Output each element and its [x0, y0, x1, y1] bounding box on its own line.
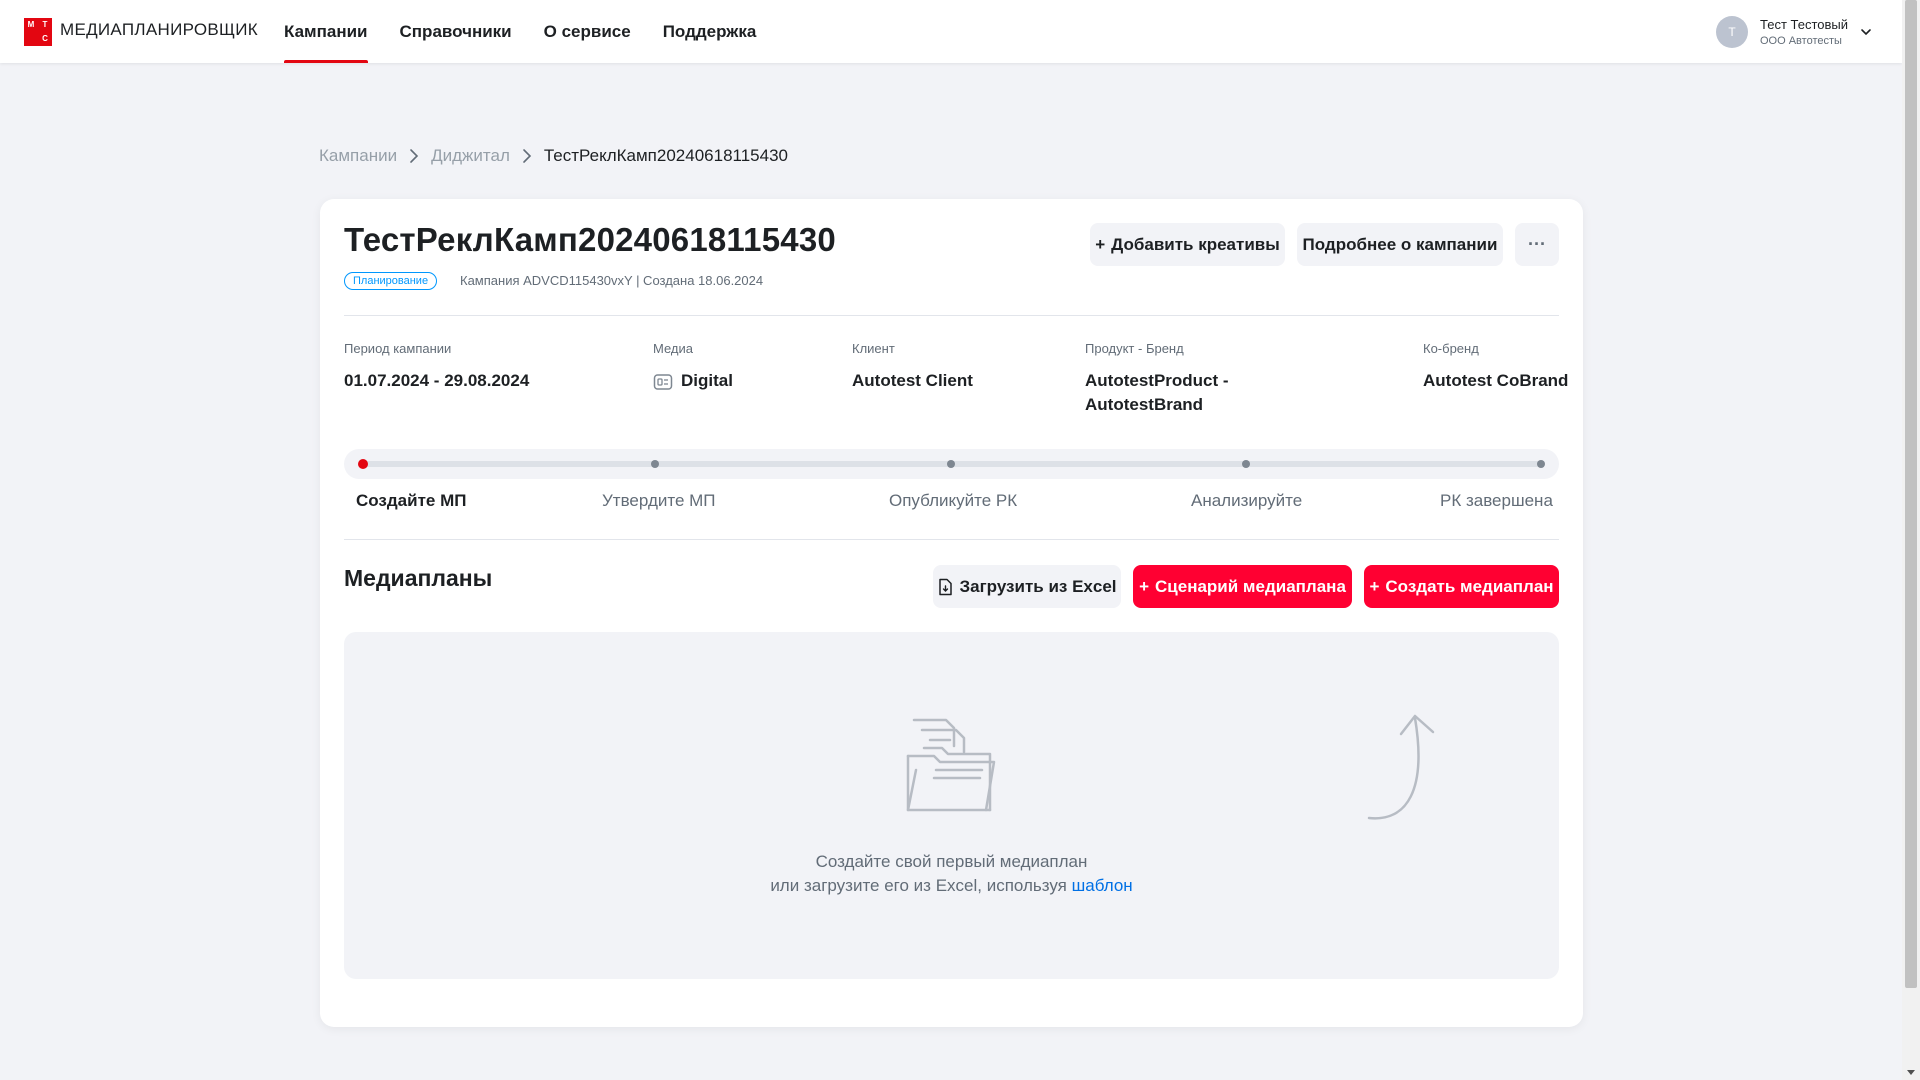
- arrow-up-illustration-icon: [1367, 714, 1435, 820]
- logo-letter: Т: [42, 20, 48, 29]
- user-name: Тест Тестовый: [1760, 16, 1848, 32]
- product-brand-label: Продукт - Бренд: [1085, 341, 1184, 356]
- scenario-button[interactable]: + Сценарий медиаплана: [1133, 565, 1352, 608]
- campaign-card: ТестРеклКамп20240618115430 Планирование …: [320, 199, 1583, 1027]
- logo-letter: М: [27, 20, 35, 29]
- plus-icon: +: [1139, 576, 1150, 596]
- nav-item-about[interactable]: О сервисе: [544, 0, 631, 63]
- client-value: Autotest Client: [852, 371, 973, 390]
- progress-step-dot: [358, 459, 368, 469]
- avatar[interactable]: Т: [1716, 15, 1748, 48]
- step-analyze: Анализируйте: [1191, 491, 1303, 510]
- breadcrumb-campaigns[interactable]: Кампании: [319, 146, 397, 166]
- nav-item-campaigns[interactable]: Кампании: [284, 0, 368, 63]
- step-publish-rk: Опубликуйте РК: [889, 491, 1018, 510]
- user-info[interactable]: Тест Тестовый ООО Автотесты: [1760, 17, 1848, 47]
- progress-step-dot: [947, 460, 955, 468]
- mediaplans-title: Медиапланы: [344, 565, 493, 591]
- more-icon[interactable]: ···: [1515, 223, 1559, 266]
- user-menu[interactable]: Т Тест Тестовый ООО Автотесты: [1716, 0, 1872, 63]
- status-badge: Планирование: [344, 272, 438, 290]
- user-org: ООО Автотесты: [1760, 34, 1842, 47]
- nav-item-support[interactable]: Поддержка: [663, 0, 757, 63]
- plus-icon: +: [1369, 576, 1380, 596]
- nav-item-references[interactable]: Справочники: [400, 0, 512, 63]
- create-mediaplan-label: Создать медиаплан: [1385, 576, 1554, 596]
- client-label: Клиент: [852, 341, 895, 356]
- empty-state-line1: Создайте свой первый медиаплан: [815, 852, 1088, 871]
- main-nav: Кампании Справочники О сервисе Поддержка: [284, 0, 788, 63]
- upload-excel-label: Загрузить из Excel: [959, 576, 1117, 596]
- breadcrumb-current: ТестРеклКамп20240618115430: [543, 146, 788, 165]
- empty-state-line2-text: или загрузите его из Excel, используя: [770, 876, 1067, 895]
- period-value: 01.07.2024 - 29.08.2024: [344, 371, 530, 390]
- create-mediaplan-button[interactable]: + Создать медиаплан: [1364, 565, 1559, 608]
- step-create-mp: Создайте МП: [356, 491, 467, 510]
- brand-name[interactable]: МЕДИАПЛАНИРОВЩИК: [60, 20, 258, 40]
- step-approve-mp: Утвердите МП: [602, 491, 716, 510]
- template-link[interactable]: шаблон: [1072, 876, 1133, 895]
- cobrand-label: Ко-бренд: [1423, 341, 1479, 356]
- breadcrumb: Кампании Диджитал ТестРеклКамп2024061811…: [319, 146, 788, 166]
- chevron-down-icon[interactable]: [1860, 26, 1872, 38]
- file-icon: [939, 578, 953, 595]
- cobrand-value: Autotest CoBrand: [1423, 371, 1569, 390]
- add-creatives-button[interactable]: + Добавить креативы: [1090, 223, 1285, 266]
- product-brand-line1: AutotestProduct -: [1085, 371, 1229, 390]
- divider: [344, 315, 1559, 316]
- page-scrollbar[interactable]: [1902, 0, 1920, 1080]
- top-navigation-bar: М Т С МЕДИАПЛАНИРОВЩИК Кампании Справочн…: [0, 0, 1902, 63]
- product-brand-line2: AutotestBrand: [1085, 395, 1204, 414]
- mts-logo[interactable]: М Т С: [24, 18, 52, 46]
- empty-state-line2: или загрузите его из Excel, используя ша…: [344, 874, 1559, 898]
- upload-excel-button[interactable]: Загрузить из Excel: [933, 565, 1121, 608]
- breadcrumb-digital[interactable]: Диджитал: [431, 146, 510, 166]
- media-value: Digital: [653, 369, 733, 393]
- scroll-down-icon[interactable]: [1907, 1068, 1915, 1076]
- campaign-progress: [344, 449, 1559, 479]
- progress-step-dot: [651, 460, 659, 468]
- add-creatives-label: Добавить креативы: [1111, 234, 1280, 254]
- progress-step-dot: [1537, 460, 1545, 468]
- media-value-text: Digital: [681, 371, 733, 390]
- divider: [344, 539, 1559, 540]
- folder-illustration-icon: [906, 718, 996, 812]
- media-digital-icon: [653, 373, 673, 390]
- product-brand-value: AutotestProduct - AutotestBrand: [1085, 369, 1229, 417]
- empty-state-text: Создайте свой первый медиаплан или загру…: [344, 850, 1559, 898]
- scrollbar-thumb[interactable]: [1905, 0, 1917, 988]
- chevron-right-icon: [522, 148, 532, 164]
- empty-state: Создайте свой первый медиаплан или загру…: [344, 632, 1559, 979]
- campaign-details-button[interactable]: Подробнее о кампании: [1297, 223, 1503, 266]
- logo-letter: С: [42, 34, 48, 43]
- scenario-label: Сценарий медиаплана: [1155, 576, 1346, 596]
- media-label: Медиа: [653, 341, 693, 356]
- plus-icon: +: [1095, 234, 1106, 254]
- progress-step-dot: [1242, 460, 1250, 468]
- chevron-right-icon: [409, 148, 419, 164]
- step-rk-finished: РК завершена: [1440, 491, 1553, 510]
- campaign-meta: Кампания ADVCD115430vxY | Создана 18.06.…: [460, 273, 764, 288]
- logo-letter: [24, 32, 38, 46]
- page-title: ТестРеклКамп20240618115430: [344, 221, 836, 258]
- period-label: Период кампании: [344, 341, 452, 356]
